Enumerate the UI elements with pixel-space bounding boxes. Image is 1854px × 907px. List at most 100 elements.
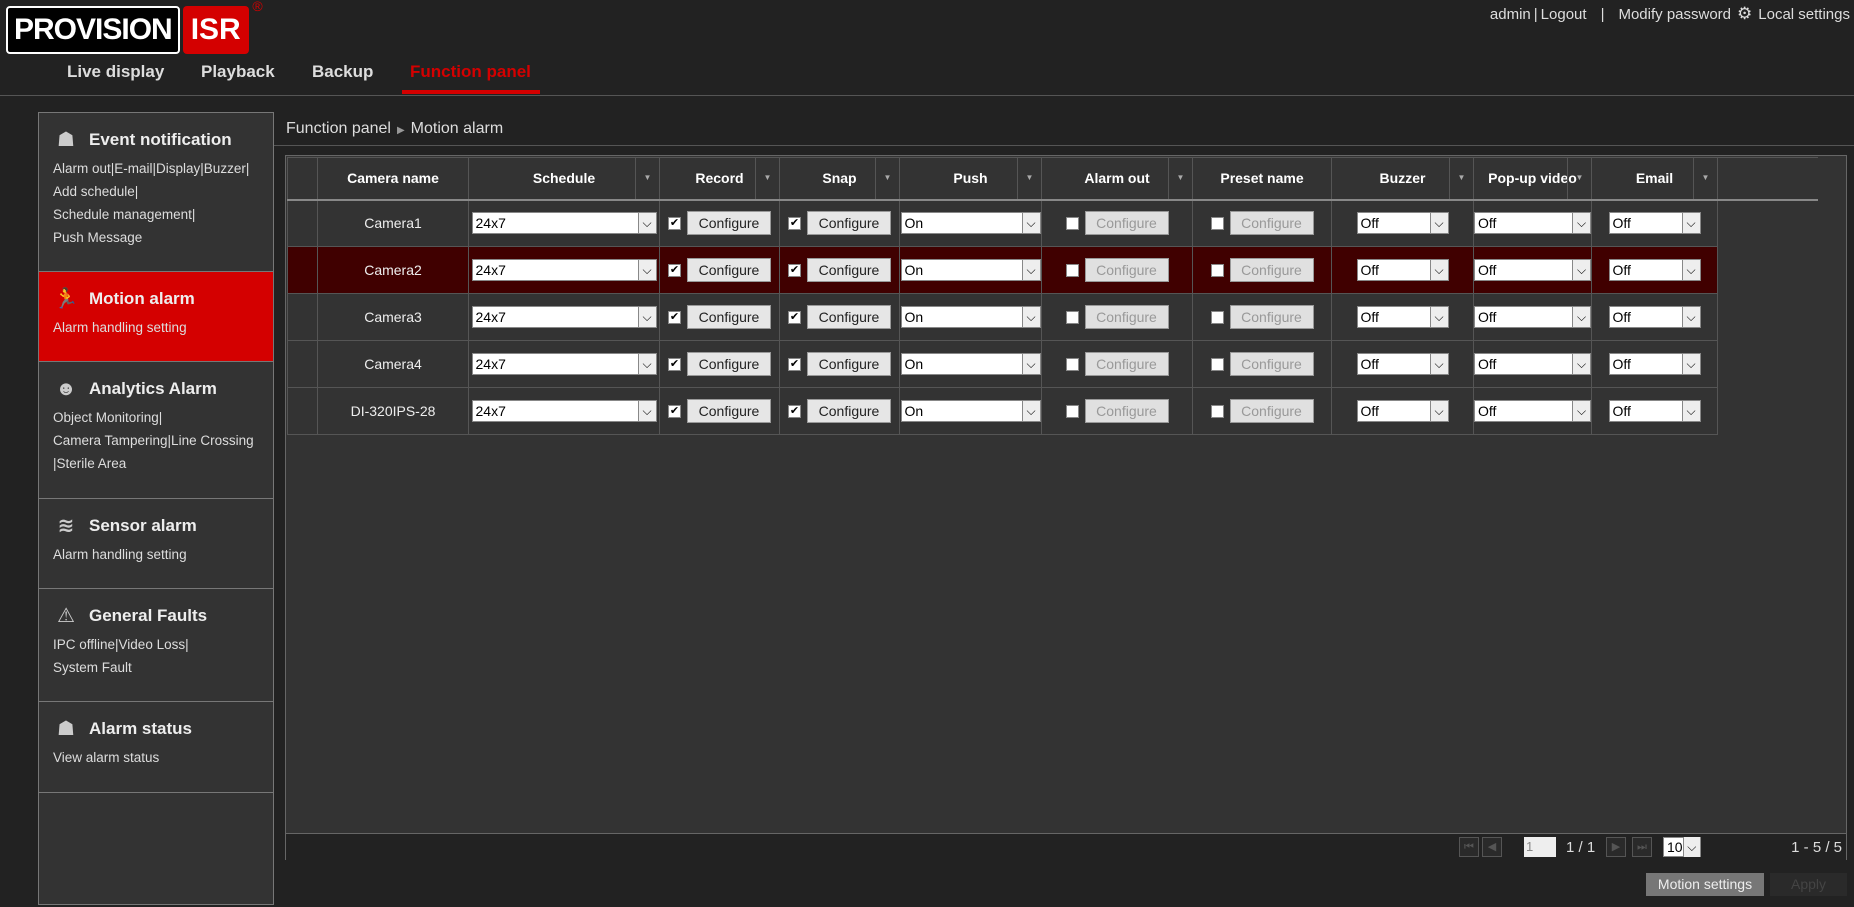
sidebar-link[interactable]: Alarm out|E-mail|Display|Buzzer| [53, 157, 259, 180]
alarm-out-configure-button[interactable]: Configure [1084, 352, 1169, 376]
motion-settings-button[interactable]: Motion settings [1646, 873, 1764, 896]
email-select[interactable]: Off ⌵ [1608, 400, 1701, 422]
record-configure-button[interactable]: Configure [687, 399, 771, 423]
page-input[interactable]: 1 [1524, 837, 1556, 857]
preset-checkbox[interactable] [1210, 404, 1224, 418]
column-dropdown-icon[interactable]: ▼ [635, 158, 659, 199]
snap-configure-button[interactable]: Configure [807, 305, 891, 329]
apply-button[interactable]: Apply [1770, 873, 1847, 896]
tab-function-panel[interactable]: Function panel [410, 62, 531, 82]
preset-configure-button[interactable]: Configure [1229, 211, 1314, 236]
next-page-icon[interactable]: ▶ [1606, 837, 1626, 857]
push-select[interactable]: On ⌵ [900, 259, 1041, 281]
snap-checkbox[interactable]: ✔ [788, 310, 801, 324]
record-configure-button[interactable]: Configure [687, 211, 771, 236]
email-select[interactable]: Off ⌵ [1608, 306, 1701, 328]
buzzer-select[interactable]: Off ⌵ [1356, 306, 1449, 328]
preset-configure-button[interactable]: Configure [1229, 399, 1314, 423]
snap-configure-button[interactable]: Configure [807, 352, 891, 376]
schedule-select[interactable]: 24x7 ⌵ [471, 400, 657, 422]
push-select[interactable]: On ⌵ [900, 400, 1041, 422]
record-checkbox[interactable]: ✔ [668, 404, 681, 418]
snap-checkbox[interactable]: ✔ [788, 404, 801, 418]
sidebar-link[interactable]: Schedule management| [53, 203, 259, 226]
email-select[interactable]: Off ⌵ [1608, 259, 1701, 281]
sidebar-link[interactable]: System Fault [53, 656, 259, 679]
push-select[interactable]: On ⌵ [900, 212, 1041, 235]
snap-checkbox[interactable]: ✔ [788, 263, 801, 277]
alarm-out-configure-button[interactable]: Configure [1084, 305, 1169, 329]
record-checkbox[interactable]: ✔ [668, 310, 681, 324]
sidebar-link[interactable]: IPC offline|Video Loss| [53, 633, 259, 656]
alarm-out-configure-button[interactable]: Configure [1084, 211, 1169, 236]
preset-configure-button[interactable]: Configure [1229, 352, 1314, 376]
column-dropdown-icon[interactable]: ▼ [1168, 158, 1192, 199]
preset-checkbox[interactable] [1210, 263, 1224, 277]
first-page-icon[interactable]: ⏮ [1459, 837, 1479, 857]
sidebar-item-alarm-status[interactable]: ☗ Alarm status View alarm status [39, 702, 273, 793]
snap-configure-button[interactable]: Configure [807, 258, 891, 282]
row-selector[interactable] [287, 199, 318, 247]
sidebar-link[interactable]: Alarm handling setting [53, 543, 259, 566]
table-row[interactable]: DI-320IPS-28 24x7 ⌵ ✔ Configure ✔ Configure… [287, 387, 1818, 435]
push-select[interactable]: On ⌵ [900, 353, 1041, 375]
sidebar-item-motion-alarm[interactable]: 🏃 Motion alarm Alarm handling setting [39, 272, 273, 362]
snap-configure-button[interactable]: Configure [807, 211, 891, 236]
table-row[interactable]: Camera3 24x7 ⌵ ✔ Configure ✔ Configure On ⌵ … [287, 293, 1818, 341]
alarm-out-checkbox[interactable] [1065, 404, 1079, 418]
row-selector[interactable] [287, 246, 318, 294]
snap-checkbox[interactable]: ✔ [788, 357, 801, 371]
per-page-select[interactable]: 10 ⌵ [1663, 837, 1701, 857]
column-dropdown-icon[interactable]: ▼ [1449, 158, 1473, 199]
sidebar-item-event-notification[interactable]: ☗ Event notification Alarm out|E-mail|Disp… [39, 113, 273, 272]
record-configure-button[interactable]: Configure [687, 305, 771, 329]
sidebar-link[interactable]: View alarm status [53, 746, 259, 769]
local-settings-link[interactable]: Local settings [1758, 6, 1850, 23]
buzzer-select[interactable]: Off ⌵ [1356, 259, 1449, 281]
last-page-icon[interactable]: ⏭ [1632, 837, 1652, 857]
alarm-out-checkbox[interactable] [1065, 310, 1079, 324]
popup-video-select[interactable]: Off ⌵ [1474, 400, 1591, 422]
email-select[interactable]: Off ⌵ [1608, 353, 1701, 375]
column-dropdown-icon[interactable]: ▼ [1567, 158, 1591, 199]
schedule-select[interactable]: 24x7 ⌵ [471, 306, 657, 328]
sidebar-link[interactable]: Alarm handling setting [53, 316, 259, 339]
preset-checkbox[interactable] [1210, 216, 1224, 230]
modify-password-link[interactable]: Modify password [1618, 6, 1731, 23]
schedule-select[interactable]: 24x7 ⌵ [471, 353, 657, 375]
table-row[interactable]: Camera1 24x7 ⌵ ✔ Configure ✔ Configure On ⌵ … [287, 199, 1818, 247]
buzzer-select[interactable]: Off ⌵ [1356, 212, 1449, 235]
sidebar-link[interactable]: |Sterile Area [53, 452, 259, 475]
row-selector[interactable] [287, 387, 318, 435]
table-row[interactable]: Camera2 24x7 ⌵ ✔ Configure ✔ Configure On ⌵ … [287, 246, 1818, 294]
record-configure-button[interactable]: Configure [687, 258, 771, 282]
column-dropdown-icon[interactable]: ▼ [1693, 158, 1717, 199]
prev-page-icon[interactable]: ◀ [1482, 837, 1502, 857]
row-selector[interactable] [287, 293, 318, 341]
alarm-out-checkbox[interactable] [1065, 263, 1079, 277]
alarm-out-configure-button[interactable]: Configure [1084, 258, 1169, 282]
preset-configure-button[interactable]: Configure [1229, 305, 1314, 329]
record-checkbox[interactable]: ✔ [668, 216, 681, 230]
snap-checkbox[interactable]: ✔ [788, 216, 801, 230]
preset-configure-button[interactable]: Configure [1229, 258, 1314, 282]
alarm-out-checkbox[interactable] [1065, 357, 1079, 371]
logout-link[interactable]: Logout [1541, 6, 1587, 23]
preset-checkbox[interactable] [1210, 357, 1224, 371]
popup-video-select[interactable]: Off ⌵ [1474, 306, 1591, 328]
sidebar-link[interactable]: Camera Tampering|Line Crossing [53, 429, 259, 452]
record-checkbox[interactable]: ✔ [668, 357, 681, 371]
email-select[interactable]: Off ⌵ [1608, 212, 1701, 235]
preset-checkbox[interactable] [1210, 310, 1224, 324]
column-dropdown-icon[interactable]: ▼ [875, 158, 899, 199]
tab-backup[interactable]: Backup [312, 62, 373, 82]
snap-configure-button[interactable]: Configure [807, 399, 891, 423]
column-dropdown-icon[interactable]: ▼ [755, 158, 779, 199]
sidebar-link[interactable]: Add schedule| [53, 180, 259, 203]
tab-playback[interactable]: Playback [201, 62, 275, 82]
push-select[interactable]: On ⌵ [900, 306, 1041, 328]
record-checkbox[interactable]: ✔ [668, 263, 681, 277]
buzzer-select[interactable]: Off ⌵ [1356, 400, 1449, 422]
schedule-select[interactable]: 24x7 ⌵ [471, 212, 657, 235]
breadcrumb-function-panel[interactable]: Function panel [286, 120, 391, 137]
